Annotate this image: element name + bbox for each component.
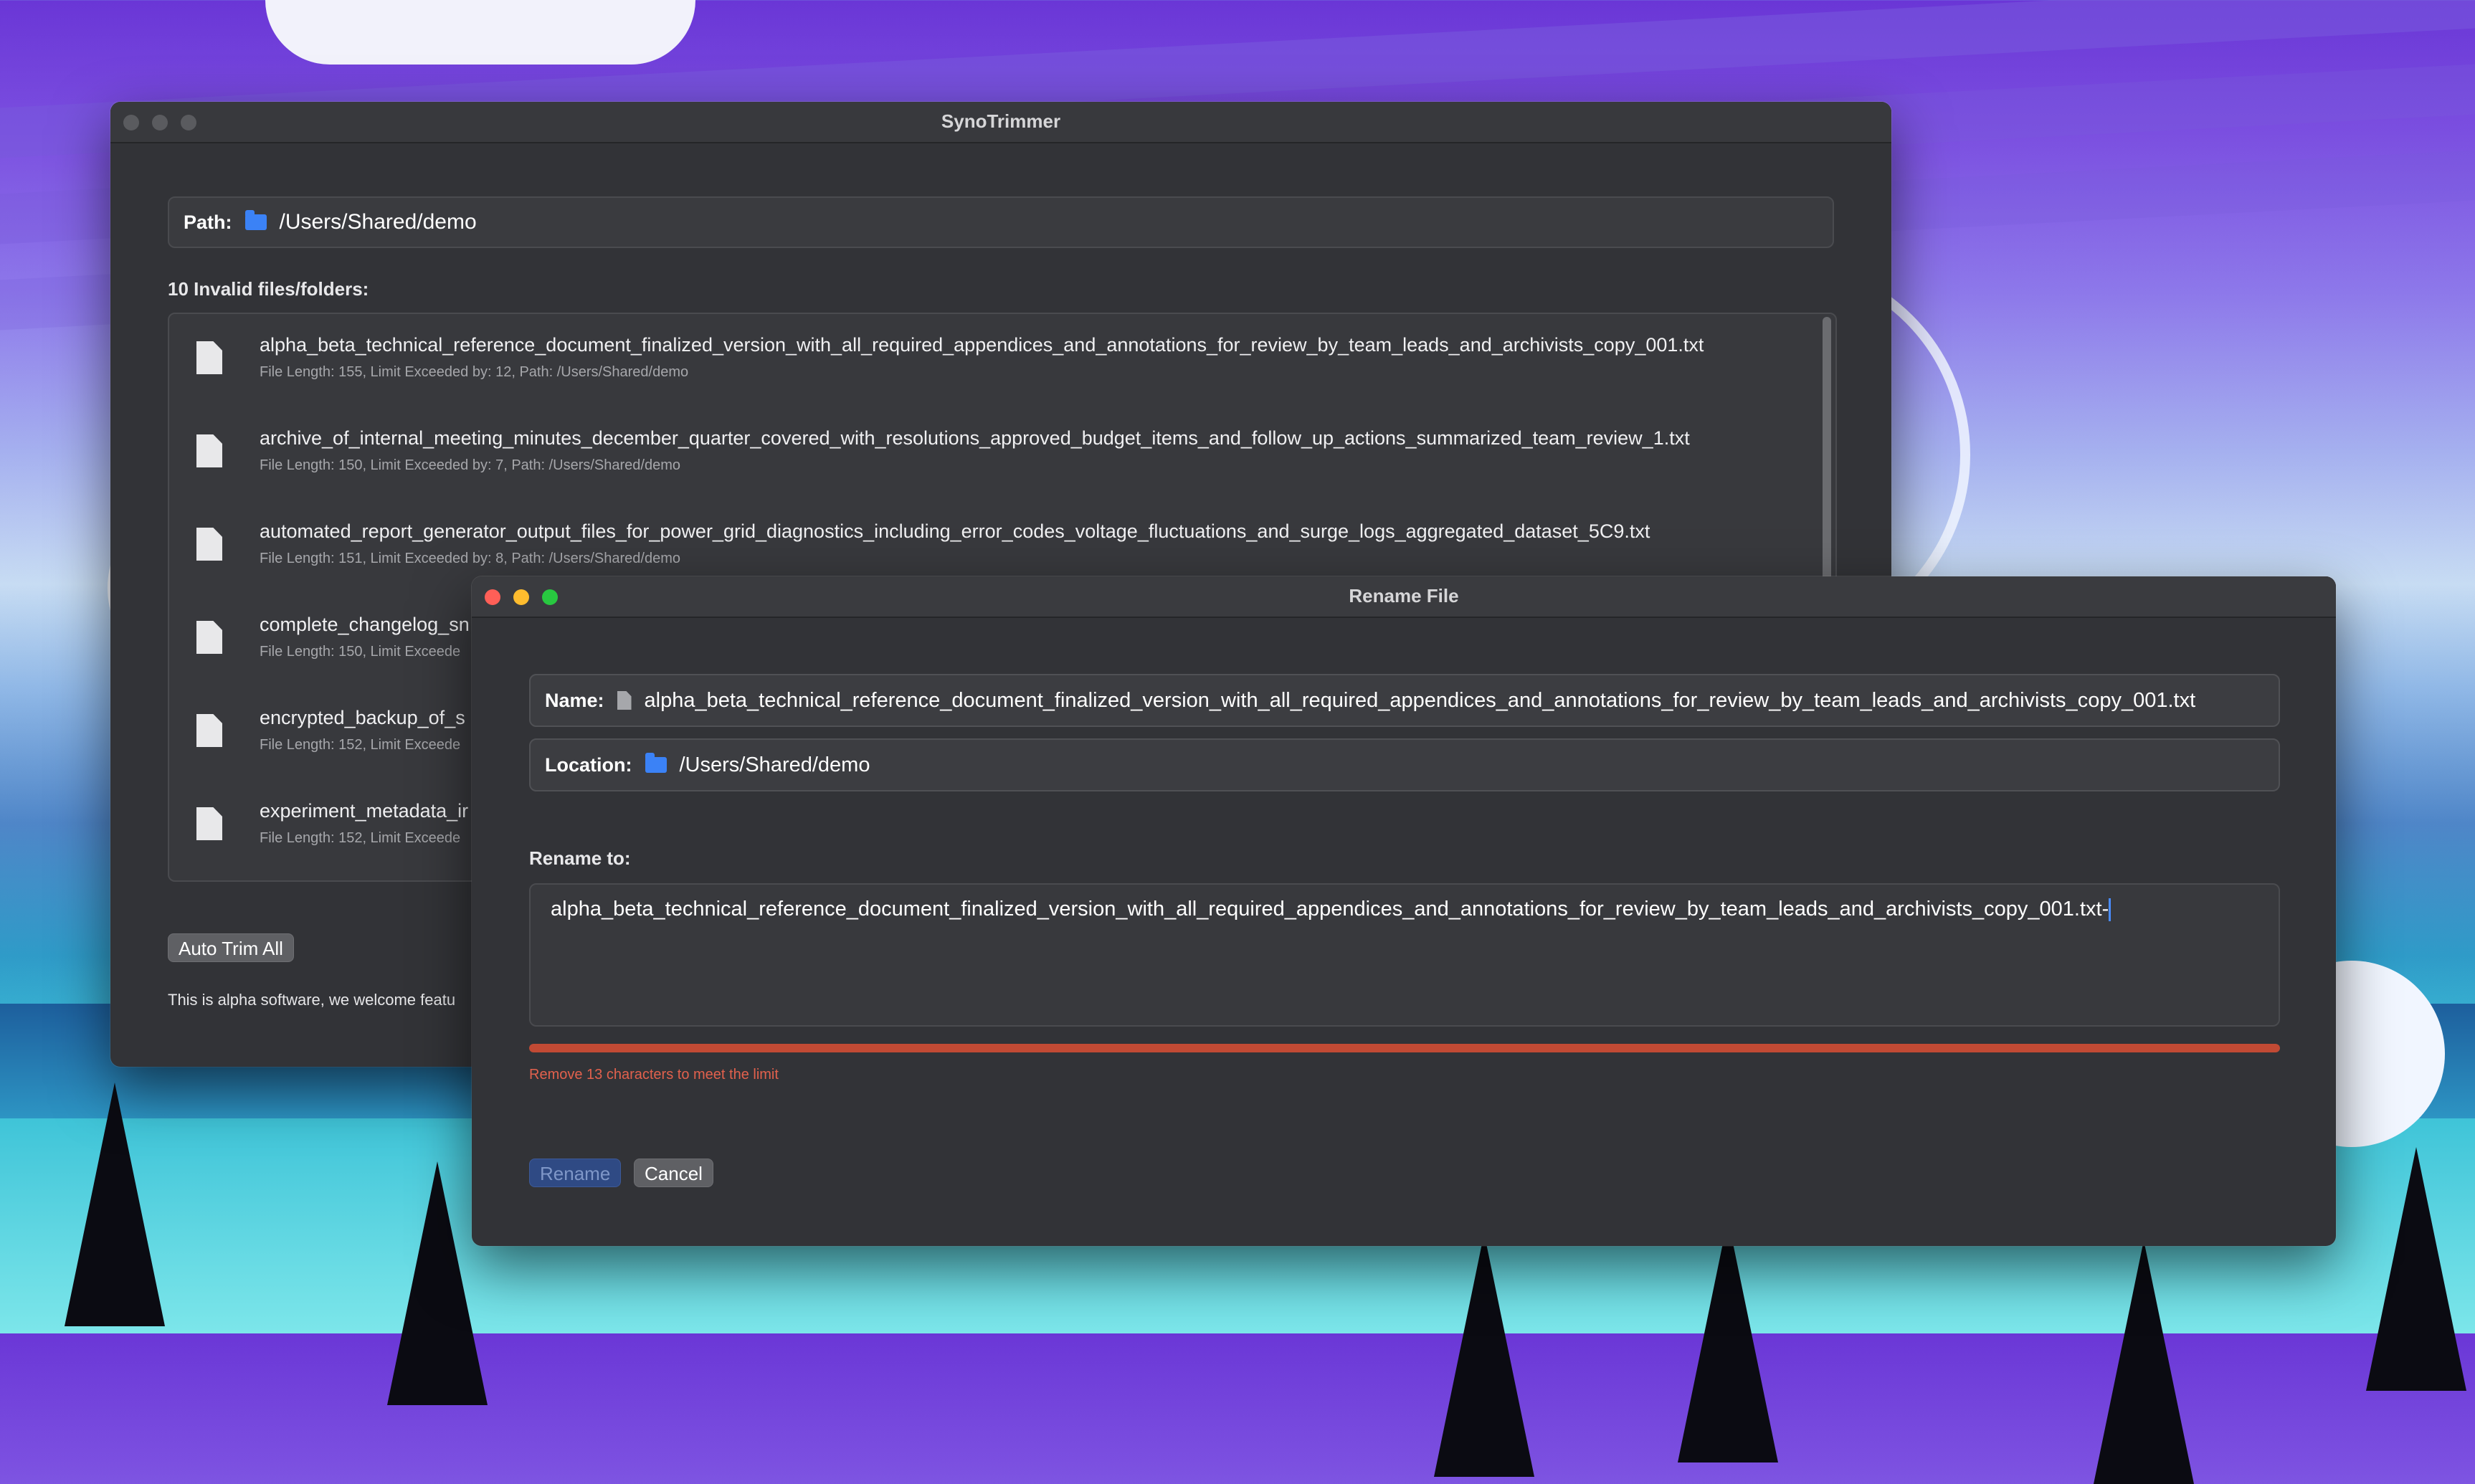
close-button[interactable] <box>485 589 500 605</box>
alpha-notice: This is alpha software, we welcome featu <box>168 991 456 1009</box>
file-name: alpha_beta_technical_reference_document_… <box>260 334 1704 356</box>
path-label: Path: <box>184 211 232 233</box>
rename-to-label: Rename to: <box>529 847 631 869</box>
file-icon <box>196 807 222 840</box>
file-name: complete_changelog_sn <box>260 614 470 635</box>
path-field[interactable]: Path: /Users/Shared/demo <box>168 196 1834 248</box>
file-name: archive_of_internal_meeting_minutes_dece… <box>260 427 1690 449</box>
path-value: /Users/Shared/demo <box>279 210 477 234</box>
file-meta: File Length: 150, Limit Exceede <box>260 644 461 660</box>
rename-to-input[interactable]: alpha_beta_technical_reference_document_… <box>529 883 2280 1027</box>
location-field: Location: /Users/Shared/demo <box>529 738 2280 791</box>
rename-to-value: alpha_beta_technical_reference_document_… <box>551 898 2109 921</box>
file-icon <box>196 621 222 654</box>
location-value: /Users/Shared/demo <box>679 753 870 776</box>
list-item[interactable]: archive_of_internal_meeting_minutes_dece… <box>169 407 1818 500</box>
limit-error-message: Remove 13 characters to meet the limit <box>529 1067 779 1083</box>
rename-file-dialog: Rename File Name: alpha_beta_technical_r… <box>472 576 2336 1246</box>
file-meta: File Length: 152, Limit Exceede <box>260 737 461 753</box>
main-titlebar: SynoTrimmer <box>110 102 1891 143</box>
file-icon <box>196 528 222 561</box>
folder-icon <box>645 753 667 773</box>
text-caret <box>2109 898 2111 922</box>
window-controls <box>123 115 196 130</box>
window-title: SynoTrimmer <box>941 110 1061 132</box>
location-label: Location: <box>545 753 632 776</box>
list-scrollbar[interactable] <box>1823 317 1831 618</box>
file-icon <box>196 341 222 374</box>
auto-trim-all-button[interactable]: Auto Trim All <box>168 933 294 962</box>
file-meta: File Length: 152, Limit Exceede <box>260 830 461 846</box>
folder-icon <box>244 210 267 230</box>
window-controls <box>485 589 558 605</box>
zoom-button[interactable] <box>181 115 196 130</box>
file-name: encrypted_backup_of_s <box>260 707 465 728</box>
minimize-button[interactable] <box>152 115 168 130</box>
minimize-button[interactable] <box>513 589 529 605</box>
list-item[interactable]: alpha_beta_technical_reference_document_… <box>169 314 1818 407</box>
invalid-files-heading: 10 Invalid files/folders: <box>168 278 369 300</box>
close-button[interactable] <box>123 115 139 130</box>
file-name: automated_report_generator_output_files_… <box>260 520 1650 542</box>
length-limit-bar <box>529 1044 2280 1052</box>
name-field: Name: alpha_beta_technical_reference_doc… <box>529 674 2280 727</box>
name-label: Name: <box>545 689 604 711</box>
file-meta: File Length: 151, Limit Exceeded by: 8, … <box>260 551 680 566</box>
rename-button[interactable]: Rename <box>529 1159 622 1187</box>
file-icon <box>196 714 222 747</box>
file-icon <box>617 691 632 710</box>
dialog-title: Rename File <box>1349 585 1459 607</box>
file-name: experiment_metadata_ir <box>260 800 469 822</box>
file-icon <box>196 434 222 467</box>
file-meta: File Length: 150, Limit Exceeded by: 7, … <box>260 457 680 473</box>
cancel-button[interactable]: Cancel <box>634 1159 713 1187</box>
length-limit-fill <box>529 1044 2280 1052</box>
name-value: alpha_beta_technical_reference_document_… <box>644 688 2196 712</box>
zoom-button[interactable] <box>542 589 558 605</box>
file-meta: File Length: 155, Limit Exceeded by: 12,… <box>260 364 689 380</box>
dialog-titlebar: Rename File <box>472 576 2336 618</box>
